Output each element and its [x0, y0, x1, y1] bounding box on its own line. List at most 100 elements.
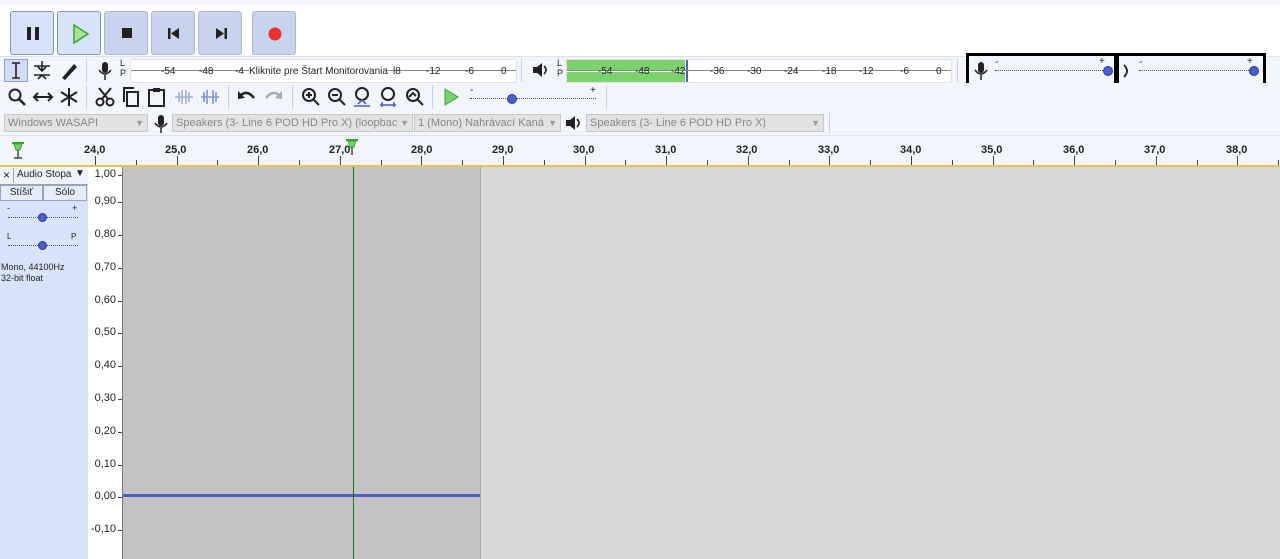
gain-slider[interactable]: - +	[6, 203, 80, 225]
slider-minus-label: -	[1139, 57, 1143, 68]
record-meter-channel-r: P	[120, 68, 127, 78]
recording-channels-select[interactable]: 1 (Mono) Nahrávací Kaná ▼	[414, 114, 561, 132]
cut-icon[interactable]	[94, 86, 116, 108]
play-button[interactable]	[57, 11, 101, 55]
vertical-scale-label: 0,00	[94, 490, 116, 502]
ruler-major-tick	[421, 156, 422, 165]
skip-to-end-icon	[216, 28, 227, 39]
fit-selection-icon[interactable]	[352, 86, 374, 108]
pan-slider[interactable]: L P	[6, 231, 80, 251]
playhead-pin-icon[interactable]	[344, 138, 360, 156]
play-at-speed-icon[interactable]	[440, 86, 462, 108]
slider-minus-label: -	[995, 57, 999, 68]
multi-tool-icon[interactable]	[58, 86, 80, 108]
ruler-label: 37,0	[1144, 144, 1166, 156]
transport-toolbar	[0, 5, 1280, 55]
playback-meter-fill-left	[567, 60, 685, 70]
fit-project-icon[interactable]	[378, 86, 400, 108]
vertical-scale-label: 1,00	[94, 168, 116, 180]
mute-button[interactable]: Stíšiť	[0, 185, 43, 201]
vertical-scale[interactable]: 1,00 0,90 0,80 0,70 0,60 0,50 0,40 0,30 …	[88, 167, 123, 559]
skip-to-start-button[interactable]	[151, 11, 195, 55]
ruler-major-tick	[1074, 156, 1075, 165]
ruler-major-tick	[1156, 156, 1157, 165]
ruler-major-tick	[585, 156, 586, 165]
selection-tool-button[interactable]	[4, 59, 28, 82]
track-name-menu[interactable]: Audio Stopa ▼	[13, 168, 88, 183]
slider-thumb[interactable]	[1249, 66, 1259, 76]
microphone-icon[interactable]	[96, 59, 114, 82]
monitoring-prompt[interactable]: Kliknite pre Štart Monitorovania	[249, 66, 388, 77]
paste-icon[interactable]	[146, 86, 168, 108]
slider-thumb[interactable]	[38, 213, 47, 222]
vertical-scale-label: -0,10	[90, 523, 116, 535]
slider-thumb[interactable]	[1103, 66, 1113, 76]
record-meter-tick: l8	[393, 66, 401, 77]
draw-tool-icon[interactable]	[57, 59, 81, 82]
copy-icon[interactable]	[120, 86, 142, 108]
vertical-scale-label: 0,90	[94, 195, 116, 207]
time-shift-icon[interactable]	[32, 86, 54, 108]
recording-channels-value: 1 (Mono) Nahrávací Kaná	[418, 117, 544, 129]
close-track-icon[interactable]: ×	[3, 168, 10, 182]
play-at-speed-slider[interactable]: - +	[466, 85, 602, 109]
track-empty-area[interactable]	[480, 167, 1280, 559]
edit-toolbar: - +	[0, 83, 1280, 111]
ruler-label: 38,0	[1226, 144, 1248, 156]
trim-audio-icon[interactable]	[173, 86, 195, 108]
solo-button[interactable]: Sólo	[43, 185, 87, 201]
redo-icon[interactable]	[262, 86, 284, 108]
playback-meter-tick: -42	[671, 66, 686, 77]
zoom-in-icon[interactable]	[300, 86, 322, 108]
playback-meter[interactable]: -54 -48 -42 -36 -30 -24 -18 -12 -6 0	[566, 59, 952, 83]
playback-device-select[interactable]: Speakers (3- Line 6 POD HD Pro X) ▼	[586, 114, 824, 132]
zoom-out-icon[interactable]	[326, 86, 348, 108]
ruler-major-tick	[258, 156, 259, 165]
audio-host-select[interactable]: Windows WASAPI ▼	[4, 114, 148, 132]
timeline-ruler[interactable]: 24,0 25,0 26,0 27,0 28,0 29,0 30,0 31,0 …	[0, 135, 1280, 167]
ruler-label: 25,0	[165, 144, 187, 156]
chevron-down-icon: ▼	[135, 118, 144, 128]
ruler-major-tick	[911, 156, 912, 165]
speaker-icon	[566, 116, 580, 130]
microphone-icon	[154, 115, 168, 133]
zoom-tool-icon[interactable]	[6, 86, 28, 108]
ruler-major-tick	[993, 156, 994, 165]
slider-minus-label: -	[470, 85, 474, 96]
track-info: Mono, 44100Hz 32-bit float	[1, 262, 65, 284]
ruler-label: 31,0	[655, 144, 677, 156]
envelope-tool-icon[interactable]	[30, 59, 54, 82]
record-meter-tick: 0	[501, 66, 507, 77]
ruler-major-tick	[503, 156, 504, 165]
playback-device-value: Speakers (3- Line 6 POD HD Pro X)	[590, 117, 767, 129]
silence-audio-icon[interactable]	[199, 86, 221, 108]
ruler-major-tick	[829, 156, 830, 165]
record-button[interactable]	[252, 11, 296, 55]
recording-device-select[interactable]: Speakers (3- Line 6 POD HD Pro X) (loopb…	[172, 114, 413, 132]
slider-thumb[interactable]	[38, 241, 47, 250]
ruler-label: 29,0	[492, 144, 514, 156]
ruler-major-tick	[666, 156, 667, 165]
stop-button[interactable]	[104, 11, 148, 55]
recording-meter[interactable]: -54 -48 -4 Kliknite pre Štart Monitorova…	[130, 59, 517, 83]
ruler-label: 32,0	[736, 144, 758, 156]
vertical-scale-label: 0,30	[94, 392, 116, 404]
skip-to-end-button[interactable]	[198, 11, 242, 55]
track-format: Mono, 44100Hz	[1, 262, 65, 272]
undo-icon[interactable]	[236, 86, 258, 108]
waveform-clip[interactable]	[123, 167, 480, 559]
pause-icon	[27, 27, 39, 40]
record-meter-tick: -48	[199, 66, 214, 77]
device-toolbar: Windows WASAPI ▼ Speakers (3- Line 6 POD …	[0, 111, 1280, 135]
pin-icon[interactable]	[10, 140, 26, 160]
ruler-label: 36,0	[1063, 144, 1085, 156]
playback-meter-tick: -24	[784, 66, 799, 77]
pause-button[interactable]	[10, 11, 54, 55]
zoom-toggle-icon[interactable]	[404, 86, 426, 108]
skip-to-start-icon	[168, 28, 179, 39]
record-meter-tick: -54	[161, 66, 176, 77]
audio-host-value: Windows WASAPI	[8, 117, 99, 129]
slider-thumb[interactable]	[507, 94, 517, 104]
speaker-icon[interactable]	[530, 60, 552, 80]
pan-right-label: P	[71, 232, 77, 241]
